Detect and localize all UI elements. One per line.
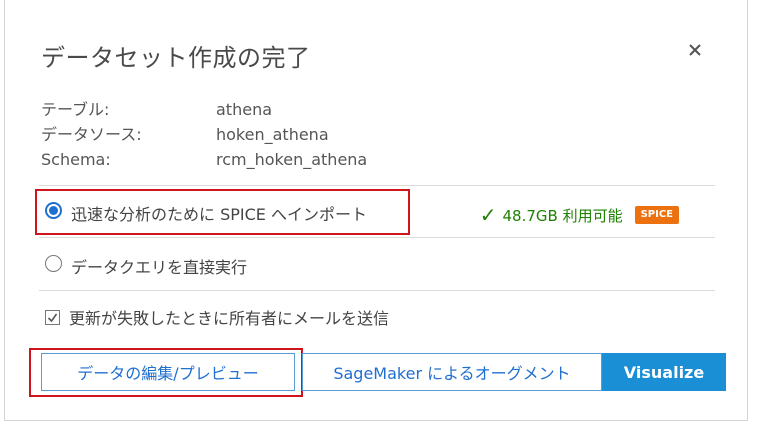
- sagemaker-augment-button[interactable]: SageMaker によるオーグメント: [302, 353, 602, 391]
- direct-query-label: データクエリを直接実行: [71, 258, 248, 277]
- notify-checkbox[interactable]: [45, 310, 60, 325]
- info-value: hoken_athena: [216, 125, 329, 144]
- check-icon: ✓: [479, 203, 497, 227]
- info-value: athena: [216, 100, 273, 119]
- visualize-button[interactable]: Visualize: [602, 353, 726, 391]
- spice-capacity: ✓ 48.7GB 利用可能 SPICE: [480, 203, 679, 227]
- checkmark-icon: [47, 313, 58, 323]
- info-label: Schema:: [41, 150, 111, 169]
- capacity-text: 48.7GB 利用可能: [502, 206, 623, 225]
- direct-query-radio[interactable]: [45, 255, 62, 272]
- close-icon: [689, 44, 701, 56]
- spice-badge: SPICE: [634, 206, 679, 224]
- dialog-title: データセット作成の完了: [41, 44, 311, 72]
- dataset-complete-dialog: データセット作成の完了 テーブル: athena データソース: hoken_a…: [4, 0, 748, 421]
- option-direct-query[interactable]: データクエリを直接実行: [39, 238, 715, 290]
- notify-option[interactable]: 更新が失敗したときに所有者にメールを送信: [39, 291, 715, 341]
- notify-label: 更新が失敗したときに所有者にメールを送信: [69, 309, 390, 328]
- info-value: rcm_hoken_athena: [216, 150, 368, 169]
- info-label: データソース:: [41, 125, 142, 144]
- close-button[interactable]: [685, 40, 705, 60]
- highlight-spice-option: [35, 189, 410, 235]
- info-label: テーブル:: [41, 100, 110, 119]
- highlight-edit-preview: [29, 348, 303, 397]
